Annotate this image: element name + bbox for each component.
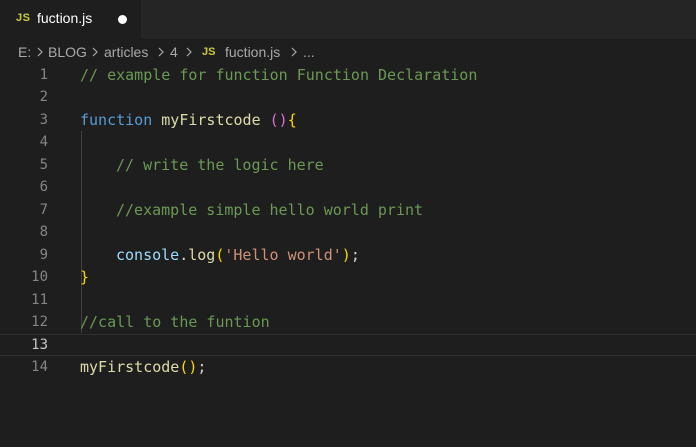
line-number: 1 bbox=[39, 67, 48, 83]
code-line[interactable]: 6 bbox=[0, 177, 696, 199]
identifier-token: console bbox=[116, 246, 180, 264]
chevron-right-icon bbox=[34, 46, 46, 58]
chevron-right-icon bbox=[155, 46, 167, 58]
chevron-right-icon bbox=[183, 46, 195, 58]
code-line-current[interactable]: 13 bbox=[0, 334, 696, 356]
line-number: 2 bbox=[39, 89, 48, 105]
line-number-active: 13 bbox=[31, 337, 48, 353]
code-line[interactable]: 1 // example for function Function Decla… bbox=[0, 65, 696, 87]
tab-label: fuction.js bbox=[37, 10, 93, 26]
comment-token: // write the logic here bbox=[116, 156, 324, 174]
javascript-file-icon: JS bbox=[16, 12, 31, 24]
line-number: 8 bbox=[39, 224, 48, 240]
function-call-token: myFirstcode bbox=[80, 358, 180, 376]
line-number: 11 bbox=[31, 292, 48, 308]
line-content[interactable]: //call to the funtion bbox=[80, 313, 270, 331]
paren-token: ) bbox=[341, 246, 351, 264]
line-number: 14 bbox=[31, 359, 48, 375]
punctuation-token: ; bbox=[197, 358, 207, 376]
line-content[interactable]: //example simple hello world print bbox=[116, 201, 423, 219]
line-number: 10 bbox=[31, 269, 48, 285]
code-line[interactable]: 7 //example simple hello world print bbox=[0, 200, 696, 222]
tab-fuction-js[interactable]: JS fuction.js bbox=[0, 0, 141, 39]
breadcrumb-folder-4[interactable]: 4 bbox=[170, 44, 178, 60]
line-number: 5 bbox=[39, 157, 48, 173]
line-content[interactable]: // write the logic here bbox=[116, 156, 324, 174]
breadcrumb-file[interactable]: fuction.js bbox=[225, 44, 280, 60]
line-number: 3 bbox=[39, 112, 48, 128]
javascript-file-icon: JS bbox=[202, 46, 216, 58]
code-line[interactable]: 8 bbox=[0, 222, 696, 244]
code-line[interactable]: 5 // write the logic here bbox=[0, 155, 696, 177]
punctuation-token: . bbox=[179, 246, 189, 264]
keyword-token: function bbox=[80, 111, 153, 129]
brace-token: } bbox=[80, 268, 90, 286]
line-content[interactable]: // example for function Function Declara… bbox=[80, 66, 477, 84]
line-content[interactable]: function myFirstcode (){ bbox=[80, 111, 297, 129]
line-number: 7 bbox=[39, 202, 48, 218]
method-token: log bbox=[188, 246, 216, 264]
code-line[interactable]: 2 bbox=[0, 87, 696, 109]
tab-bar: JS fuction.js bbox=[0, 0, 696, 39]
breadcrumb: E: BLOG articles 4 JS fuction.js ... bbox=[0, 41, 696, 63]
string-token: 'Hello world' bbox=[224, 246, 342, 264]
line-content[interactable]: console.log('Hello world'); bbox=[116, 246, 360, 264]
code-line[interactable]: 10 } bbox=[0, 267, 696, 289]
comment-token: //call to the funtion bbox=[80, 313, 270, 331]
code-line[interactable]: 12 //call to the funtion bbox=[0, 312, 696, 334]
line-content[interactable]: } bbox=[80, 268, 89, 286]
comment-token: // example for function Function Declara… bbox=[80, 66, 478, 84]
line-number: 12 bbox=[31, 314, 48, 330]
code-line[interactable]: 3 function myFirstcode (){ bbox=[0, 110, 696, 132]
breadcrumb-symbols[interactable]: ... bbox=[303, 44, 315, 60]
brace-token: { bbox=[287, 111, 297, 129]
function-name-token: myFirstcode bbox=[161, 111, 261, 129]
code-line[interactable]: 11 bbox=[0, 290, 696, 312]
breadcrumb-articles[interactable]: articles bbox=[104, 44, 148, 60]
code-editor[interactable]: 1 // example for function Function Decla… bbox=[0, 63, 696, 447]
line-number: 6 bbox=[39, 179, 48, 195]
line-number: 4 bbox=[39, 134, 48, 150]
line-number: 9 bbox=[39, 247, 48, 263]
breadcrumb-drive[interactable]: E: bbox=[18, 44, 31, 60]
chevron-right-icon bbox=[288, 46, 300, 58]
comment-token: //example simple hello world print bbox=[116, 201, 424, 219]
code-line[interactable]: 4 bbox=[0, 132, 696, 154]
line-content[interactable]: myFirstcode(); bbox=[80, 358, 206, 376]
paren-token: () bbox=[179, 358, 198, 376]
unsaved-dot-icon[interactable] bbox=[118, 15, 127, 24]
paren-token: () bbox=[269, 111, 288, 129]
breadcrumb-blog[interactable]: BLOG bbox=[48, 44, 87, 60]
punctuation-token: ; bbox=[350, 246, 360, 264]
code-line[interactable]: 9 console.log('Hello world'); bbox=[0, 245, 696, 267]
code-line[interactable]: 14 myFirstcode(); bbox=[0, 357, 696, 379]
chevron-right-icon bbox=[89, 46, 101, 58]
